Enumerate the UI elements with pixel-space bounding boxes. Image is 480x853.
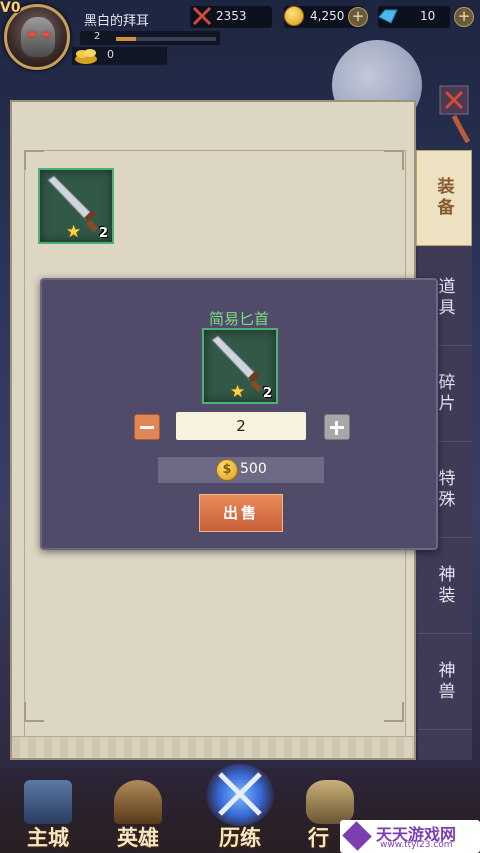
gold-value: 4,250 <box>310 9 345 23</box>
watermark-logo-icon <box>342 821 372 851</box>
secondary-resource-value: 0 <box>107 48 114 61</box>
sell-price: $ 500 <box>158 457 324 483</box>
gold-ingot-icon <box>75 49 97 64</box>
quantity-input[interactable]: 2 <box>176 412 306 440</box>
sell-button[interactable]: 出售 <box>199 494 283 532</box>
corner-ornament <box>384 702 404 722</box>
nav-label: 英雄 <box>117 826 159 850</box>
top-bar: V0 黑白的拜耳 2 0 2353 4,250 + 10 + <box>0 0 480 72</box>
power-value: 2353 <box>216 9 247 23</box>
star-icon: ★ <box>66 222 82 242</box>
add-gold-button[interactable]: + <box>348 7 368 27</box>
vip-badge: V0 <box>0 0 21 16</box>
tab-divine-gear[interactable]: 神装 <box>418 538 472 634</box>
nav-label: 历练 <box>219 826 261 850</box>
gold-coin-icon <box>282 4 306 28</box>
item-count: 2 <box>262 386 272 401</box>
gem-value: 10 <box>420 9 436 23</box>
watermark: 天天游戏网 www.ttyl23.com <box>340 820 480 853</box>
increase-quantity-button[interactable] <box>324 414 350 440</box>
add-gem-button[interactable]: + <box>454 7 474 27</box>
panel-bottom-strip <box>12 736 414 758</box>
player-level: 2 <box>94 31 101 42</box>
dialog-item-slot: ★ 2 <box>202 328 278 404</box>
player-name: 黑白的拜耳 <box>84 14 150 29</box>
bag-icon <box>306 780 354 824</box>
gem-icon <box>376 4 400 28</box>
decrease-quantity-button[interactable] <box>134 414 160 440</box>
tab-equipment[interactable]: 装备 <box>416 150 472 246</box>
star-icon: ★ <box>230 382 246 402</box>
nav-main-city[interactable]: 主城 <box>8 778 88 853</box>
helmet-portrait <box>21 17 55 57</box>
gold-coin-icon: $ <box>216 459 238 481</box>
sell-price-value: 500 <box>240 461 267 477</box>
close-bag-button[interactable] <box>434 84 474 144</box>
sell-dialog: 简易匕首 ★ 2 2 $ 500 出售 <box>40 278 438 550</box>
tab-divine-beast[interactable]: 神兽 <box>418 634 472 730</box>
nav-heroes[interactable]: 英雄 <box>98 778 178 853</box>
nav-training[interactable]: 历练 <box>200 764 280 853</box>
item-name: 简易匕首 <box>208 310 269 328</box>
crossed-swords-icon <box>190 4 214 28</box>
crossed-swords-icon <box>206 764 274 826</box>
eye-glow-right <box>43 33 49 36</box>
exp-progress <box>116 37 216 41</box>
item-count: 2 <box>98 226 108 241</box>
hero-icon <box>114 780 162 824</box>
corner-ornament <box>24 150 44 170</box>
watermark-url: www.ttyl23.com <box>380 840 453 850</box>
nav-label: 主城 <box>27 826 69 850</box>
corner-ornament <box>24 702 44 722</box>
corner-ornament <box>384 150 404 170</box>
eye-glow-left <box>29 33 35 36</box>
castle-icon <box>24 780 72 824</box>
item-slot-dagger[interactable]: ★ 2 <box>38 168 114 244</box>
